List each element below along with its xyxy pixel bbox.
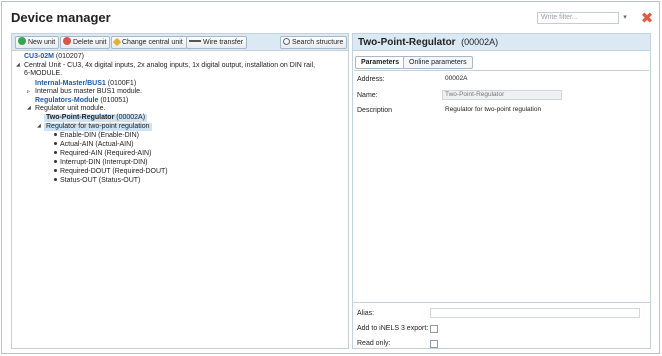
- change-central-unit-label: Change central unit: [122, 39, 183, 46]
- bus-code: (0100F1): [107, 80, 137, 87]
- readonly-checkbox[interactable]: [430, 340, 438, 348]
- alias-label: Alias:: [357, 310, 375, 317]
- new-unit-button[interactable]: New unit: [15, 36, 60, 49]
- divider: [353, 302, 650, 303]
- signal-label: Required-AIN (Required-AIN): [60, 150, 152, 157]
- bullet-icon: [54, 169, 57, 172]
- alias-input[interactable]: [430, 308, 640, 318]
- signal-item[interactable]: Required-AIN (Required-AIN): [54, 150, 151, 158]
- signal-label: Interrupt-DIN (Interrupt-DIN): [60, 159, 148, 166]
- collapse-icon[interactable]: ◢: [16, 62, 20, 68]
- root-code: (010207): [55, 53, 84, 60]
- change-central-unit-button[interactable]: Change central unit: [111, 36, 187, 49]
- detail-title: Two-Point-Regulator: [358, 37, 456, 48]
- regulator-name: Two-Point-Regulator: [46, 114, 115, 121]
- export-label: Add to iNELS 3 export:: [357, 325, 429, 332]
- name-field[interactable]: Two-Point-Regulator: [442, 90, 562, 100]
- tree-node-root[interactable]: CU3-02M (010207): [24, 53, 84, 61]
- root-description-2: 6-MODULE.: [24, 70, 63, 77]
- readonly-label: Read only:: [357, 340, 391, 347]
- structure-toolbar: New unit Delete unit Change central unit…: [12, 34, 348, 51]
- expand-icon[interactable]: ▹: [27, 88, 30, 95]
- search-icon: [283, 38, 290, 45]
- signal-label: Actual-AIN (Actual-AIN): [60, 141, 134, 148]
- tree-node-regulator[interactable]: Two-Point-Regulator (00002A): [44, 114, 148, 122]
- root-name: CU3-02M: [24, 53, 54, 60]
- regulator-code: (00002A): [116, 114, 146, 121]
- bullet-icon: [54, 142, 57, 145]
- chevron-down-icon[interactable]: ▾: [621, 14, 629, 22]
- bus-name: Internal-Master/BUS1: [35, 80, 106, 87]
- tab-parameters[interactable]: Parameters: [355, 56, 406, 69]
- signal-label: Enable-DIN (Enable-DIN): [60, 132, 139, 139]
- filter-input[interactable]: Write filter...: [537, 12, 619, 24]
- description-label: Description: [357, 107, 393, 114]
- signal-label: Required-DOUT (Required-DOUT): [60, 168, 168, 175]
- structure-panel: New unit Delete unit Change central unit…: [11, 33, 349, 349]
- wire-transfer-label: Wire transfer: [203, 39, 244, 46]
- module-name: Regulators-Module: [35, 97, 99, 104]
- name-label: Name:: [357, 92, 378, 99]
- add-icon: [18, 37, 26, 45]
- bullet-icon: [54, 151, 57, 154]
- search-structure-label: Search structure: [292, 39, 344, 46]
- tree-node-bus[interactable]: Internal-Master/BUS1 (0100F1): [35, 80, 136, 88]
- address-label: Address:: [357, 76, 385, 83]
- bullet-icon: [54, 133, 57, 136]
- detail-header: Two-Point-Regulator (00002A): [353, 34, 650, 51]
- address-value: 00002A: [442, 74, 562, 84]
- delete-unit-button[interactable]: Delete unit: [60, 36, 111, 49]
- module-description: Regulator unit module.: [35, 105, 106, 112]
- signal-item[interactable]: Enable-DIN (Enable-DIN): [54, 132, 139, 140]
- tab-online-parameters[interactable]: Online parameters: [403, 56, 473, 69]
- device-manager-window: Device manager Write filter... ▾ ✖ New u…: [1, 1, 660, 354]
- module-code: (010051): [100, 97, 129, 104]
- search-structure-button[interactable]: Search structure: [280, 36, 348, 49]
- regulator-description: Regulator for two-point regulation: [44, 123, 152, 131]
- collapse-icon[interactable]: ◢: [27, 105, 31, 111]
- signal-item[interactable]: Actual-AIN (Actual-AIN): [54, 141, 134, 149]
- wire-transfer-button[interactable]: Wire transfer: [186, 36, 248, 49]
- description-field[interactable]: Regulator for two-point regulation: [442, 105, 562, 115]
- root-description-1: Central Unit - CU3, 4x digital inputs, 2…: [24, 62, 316, 69]
- signal-label: Status-OUT (Status-OUT): [60, 177, 141, 184]
- tab-divider: [354, 70, 649, 71]
- detail-code: (00002A): [461, 37, 499, 47]
- close-icon[interactable]: ✖: [640, 11, 654, 26]
- bullet-icon: [54, 160, 57, 163]
- tree-node-module[interactable]: Regulators-Module (010051): [35, 97, 128, 105]
- delete-unit-label: Delete unit: [73, 39, 107, 46]
- signal-item[interactable]: Interrupt-DIN (Interrupt-DIN): [54, 159, 148, 167]
- collapse-icon[interactable]: ◢: [37, 123, 41, 129]
- delete-icon: [63, 37, 71, 45]
- new-unit-label: New unit: [28, 39, 56, 46]
- bus-description: Internal bus master BUS1 module.: [35, 88, 142, 95]
- detail-panel: Two-Point-Regulator (00002A) Parameters …: [352, 33, 651, 349]
- signal-item[interactable]: Status-OUT (Status-OUT): [54, 177, 140, 185]
- pencil-icon: [112, 37, 122, 47]
- signal-item[interactable]: Required-DOUT (Required-DOUT): [54, 168, 168, 176]
- bullet-icon: [54, 178, 57, 181]
- wire-icon: [189, 37, 201, 45]
- export-checkbox[interactable]: [430, 325, 438, 333]
- window-title: Device manager: [11, 10, 111, 25]
